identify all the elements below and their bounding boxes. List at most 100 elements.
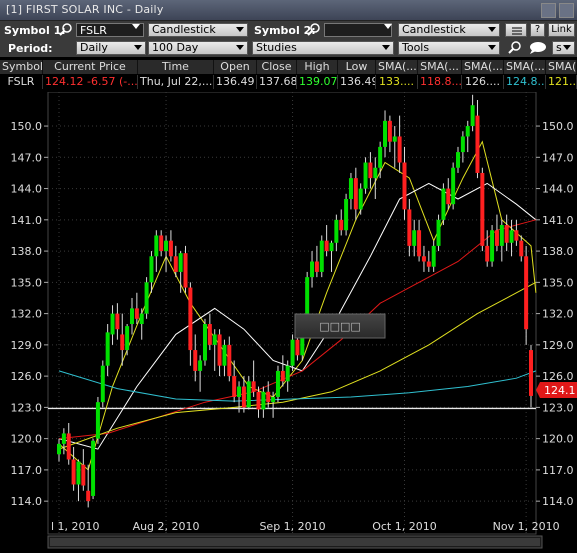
candle-body	[456, 152, 461, 168]
studies-select[interactable]: Studies	[252, 41, 394, 55]
misc-select[interactable]: s	[552, 41, 575, 55]
candle-body	[61, 433, 66, 444]
y-tick-label-right: 135.0	[542, 276, 574, 289]
quote-header-close: Close	[257, 60, 297, 74]
quote-open: 136.49	[214, 75, 257, 89]
charttype2-select[interactable]: Candlestick	[398, 23, 500, 37]
candle	[358, 183, 363, 215]
candle	[460, 131, 465, 163]
candle	[275, 365, 280, 403]
candle	[202, 318, 207, 366]
candle-body	[71, 459, 76, 485]
candle	[159, 230, 164, 257]
chart-scrollbar[interactable]	[47, 535, 543, 549]
candle-body	[100, 365, 105, 403]
range-select[interactable]: 100 Day	[148, 41, 248, 55]
candle-body	[139, 313, 144, 325]
candle	[57, 438, 61, 462]
candle-body	[421, 256, 426, 262]
search-icon[interactable]	[306, 23, 322, 37]
candle	[451, 162, 456, 210]
candle-body	[334, 219, 339, 243]
candle-body	[134, 308, 139, 319]
quote-header-sma3: SMA(...	[462, 60, 504, 74]
candle-body	[460, 136, 465, 153]
candle	[397, 115, 402, 173]
symbol2-input[interactable]	[324, 23, 392, 37]
candle	[475, 100, 480, 179]
y-tick-label: 132.0	[11, 308, 43, 321]
list-icon[interactable]	[505, 23, 527, 37]
loading-overlay-text: □□□□	[319, 320, 361, 333]
x-tick-label: Sep 1, 2010	[259, 520, 325, 533]
candle-body	[222, 344, 227, 366]
search-icon[interactable]	[58, 23, 74, 37]
quote-high: 139.07	[297, 75, 338, 89]
candle	[363, 157, 368, 194]
symbol1-dropdown-icon[interactable]	[132, 24, 140, 29]
x-tick-label: Oct 1, 2010	[372, 520, 437, 533]
close-window-button[interactable]	[559, 3, 574, 18]
y-tick-label: 141.0	[11, 214, 43, 227]
minimize-button[interactable]	[541, 3, 556, 18]
loading-overlay: □□□□	[294, 313, 386, 339]
chevron-down-icon	[488, 45, 496, 50]
candle-body	[368, 162, 373, 179]
range-value: 100 Day	[152, 41, 199, 54]
candle	[66, 423, 71, 465]
window-titlebar: [1] FIRST SOLAR INC - Daily	[0, 0, 577, 21]
candle-body	[465, 126, 470, 137]
candle-body	[519, 240, 524, 257]
candle-body	[207, 324, 212, 345]
quote-change: -6.57	[87, 75, 116, 88]
tools-select[interactable]: Tools	[398, 41, 500, 55]
candle	[529, 344, 533, 408]
charttype2-value: Candlestick	[402, 23, 466, 36]
candle-body	[256, 391, 261, 410]
candle-body	[129, 308, 134, 325]
chat-icon[interactable]	[528, 41, 550, 55]
candle-body	[426, 261, 431, 267]
candle-body	[383, 120, 388, 147]
symbol2-dropdown-icon[interactable]	[384, 24, 392, 29]
candle	[232, 360, 237, 403]
quote-header-sma1: SMA(...	[376, 60, 418, 74]
help-button[interactable]: ?	[530, 23, 545, 37]
candle	[86, 464, 91, 508]
y-tick-label-right: 120.0	[542, 433, 574, 446]
y-tick-label-right: 123.0	[542, 401, 574, 414]
chart-area[interactable]: 150.0 150.0 147.0 147.0 144.0 144.0 141.0 141.0…	[0, 91, 577, 550]
candle-body	[353, 178, 358, 210]
zoom-icon[interactable]	[507, 41, 523, 55]
candle-body	[159, 235, 164, 252]
y-tick-label-right: 126.0	[542, 370, 574, 383]
candle	[207, 313, 212, 351]
candle-body	[193, 350, 198, 371]
candle	[378, 141, 383, 179]
candle	[134, 292, 139, 325]
candle-body	[217, 334, 222, 366]
candle-body	[344, 198, 349, 231]
link-button[interactable]: Link	[548, 23, 575, 37]
candle	[426, 251, 431, 272]
price-chart[interactable]: 150.0 150.0 147.0 147.0 144.0 144.0 141.0 141.0…	[0, 91, 577, 550]
candle-body	[392, 136, 397, 142]
charttype1-select[interactable]: Candlestick	[148, 23, 248, 37]
candle-body	[358, 188, 363, 210]
candle	[431, 240, 436, 272]
candle-body	[86, 490, 91, 502]
candle-body	[431, 245, 436, 267]
candle	[280, 355, 285, 387]
y-tick-label-right: 147.0	[542, 151, 574, 164]
y-tick-label-right: 150.0	[542, 120, 574, 133]
misc-value: s	[556, 41, 562, 54]
candle	[222, 339, 227, 377]
period-select[interactable]: Daily	[76, 41, 146, 55]
candle-body	[66, 433, 71, 460]
candle	[490, 225, 495, 267]
candle-body	[76, 461, 81, 485]
y-tick-label: 129.0	[11, 339, 43, 352]
last-price-tag: 124.1	[536, 382, 577, 398]
quote-time: Thu, Jul 22,...	[138, 75, 214, 89]
quote-header-symbol: Symbol	[0, 60, 43, 74]
